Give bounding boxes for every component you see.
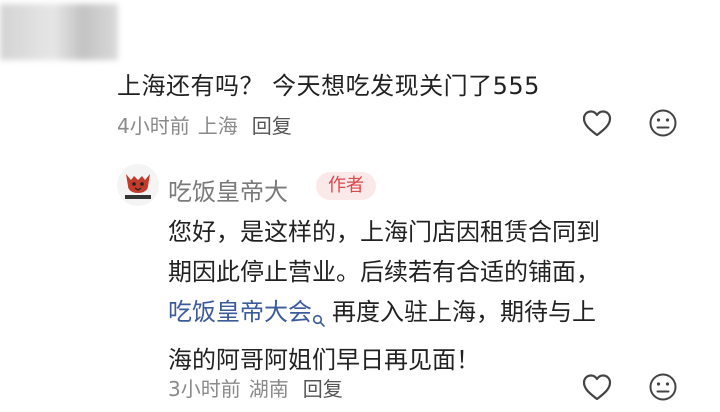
reply-like-button[interactable] [581,372,613,406]
comment-meta: 4小时前 上海 回复 [117,110,292,139]
reply-reply-button[interactable]: 回复 [303,373,343,402]
search-icon[interactable] [312,300,326,340]
reply-meta: 3小时前 湖南 回复 [168,373,343,402]
neutral-face-icon [649,109,677,137]
reply-line-3: 吃饭皇帝大会 再度入驻上海，期待与上 [168,292,688,340]
blurred-username [0,4,118,60]
comment-reply-button[interactable]: 回复 [252,110,292,139]
emoji-button[interactable] [648,108,678,142]
reply-location: 湖南 [248,377,289,401]
like-button[interactable] [581,108,613,142]
tiger-logo-avatar [117,164,159,206]
reply-time: 3小时前 [168,377,241,401]
comment-location: 上海 [197,114,238,138]
heart-outline-icon [582,110,612,137]
reply-line-2: 期因此停止营业。后续若有合适的铺面， [168,258,600,286]
reply-line-3-rest: 再度入驻上海，期待与上 [332,298,596,326]
reply-line-1: 您好，是这样的，上海门店因租赁合同到 [168,218,600,246]
neutral-face-icon [649,373,677,401]
comment-text: 上海还有吗？ 今天想吃发现关门了555 [117,72,540,100]
mention-link[interactable]: 吃饭皇帝大会 [168,298,312,326]
author-avatar[interactable] [117,164,159,206]
comment-time: 4小时前 [117,114,190,138]
author-badge: 作者 [316,172,376,200]
heart-outline-icon [582,374,612,401]
reply-body: 您好，是这样的，上海门店因租赁合同到 期因此停止营业。后续若有合适的铺面， 吃饭… [168,212,688,380]
reply-emoji-button[interactable] [648,372,678,406]
reply-author-name[interactable]: 吃饭皇帝大 [168,172,288,207]
